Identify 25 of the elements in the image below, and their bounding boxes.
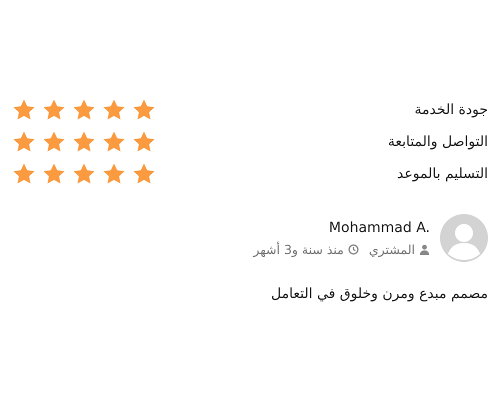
user-icon [419,244,430,254]
review-comment: مصمم مبدع ومرن وخلوق في التعامل [270,286,488,302]
star-icon [12,130,36,154]
reviewer-role: المشتري [368,242,415,256]
rating-label: التواصل والمتابعة [388,134,488,150]
star-icon [132,162,156,186]
star-icon [12,162,36,186]
star-icon [72,130,96,154]
review-time: منذ سنة و3 أشهر [253,242,344,256]
avatar-icon [440,214,488,262]
star-icon [72,162,96,186]
star-icon [42,98,66,122]
star-icon [72,98,96,122]
star-icon [12,98,36,122]
star-icon [132,98,156,122]
star-icon [102,162,126,186]
star-icon [42,130,66,154]
star-icon [42,162,66,186]
star-icon [102,130,126,154]
rating-label: التسليم بالموعد [397,166,488,182]
rating-label: جودة الخدمة [414,102,488,118]
star-icon [102,98,126,122]
reviewer-name: Mohammad A. [328,220,430,236]
star-icon [132,130,156,154]
clock-icon [348,244,359,254]
